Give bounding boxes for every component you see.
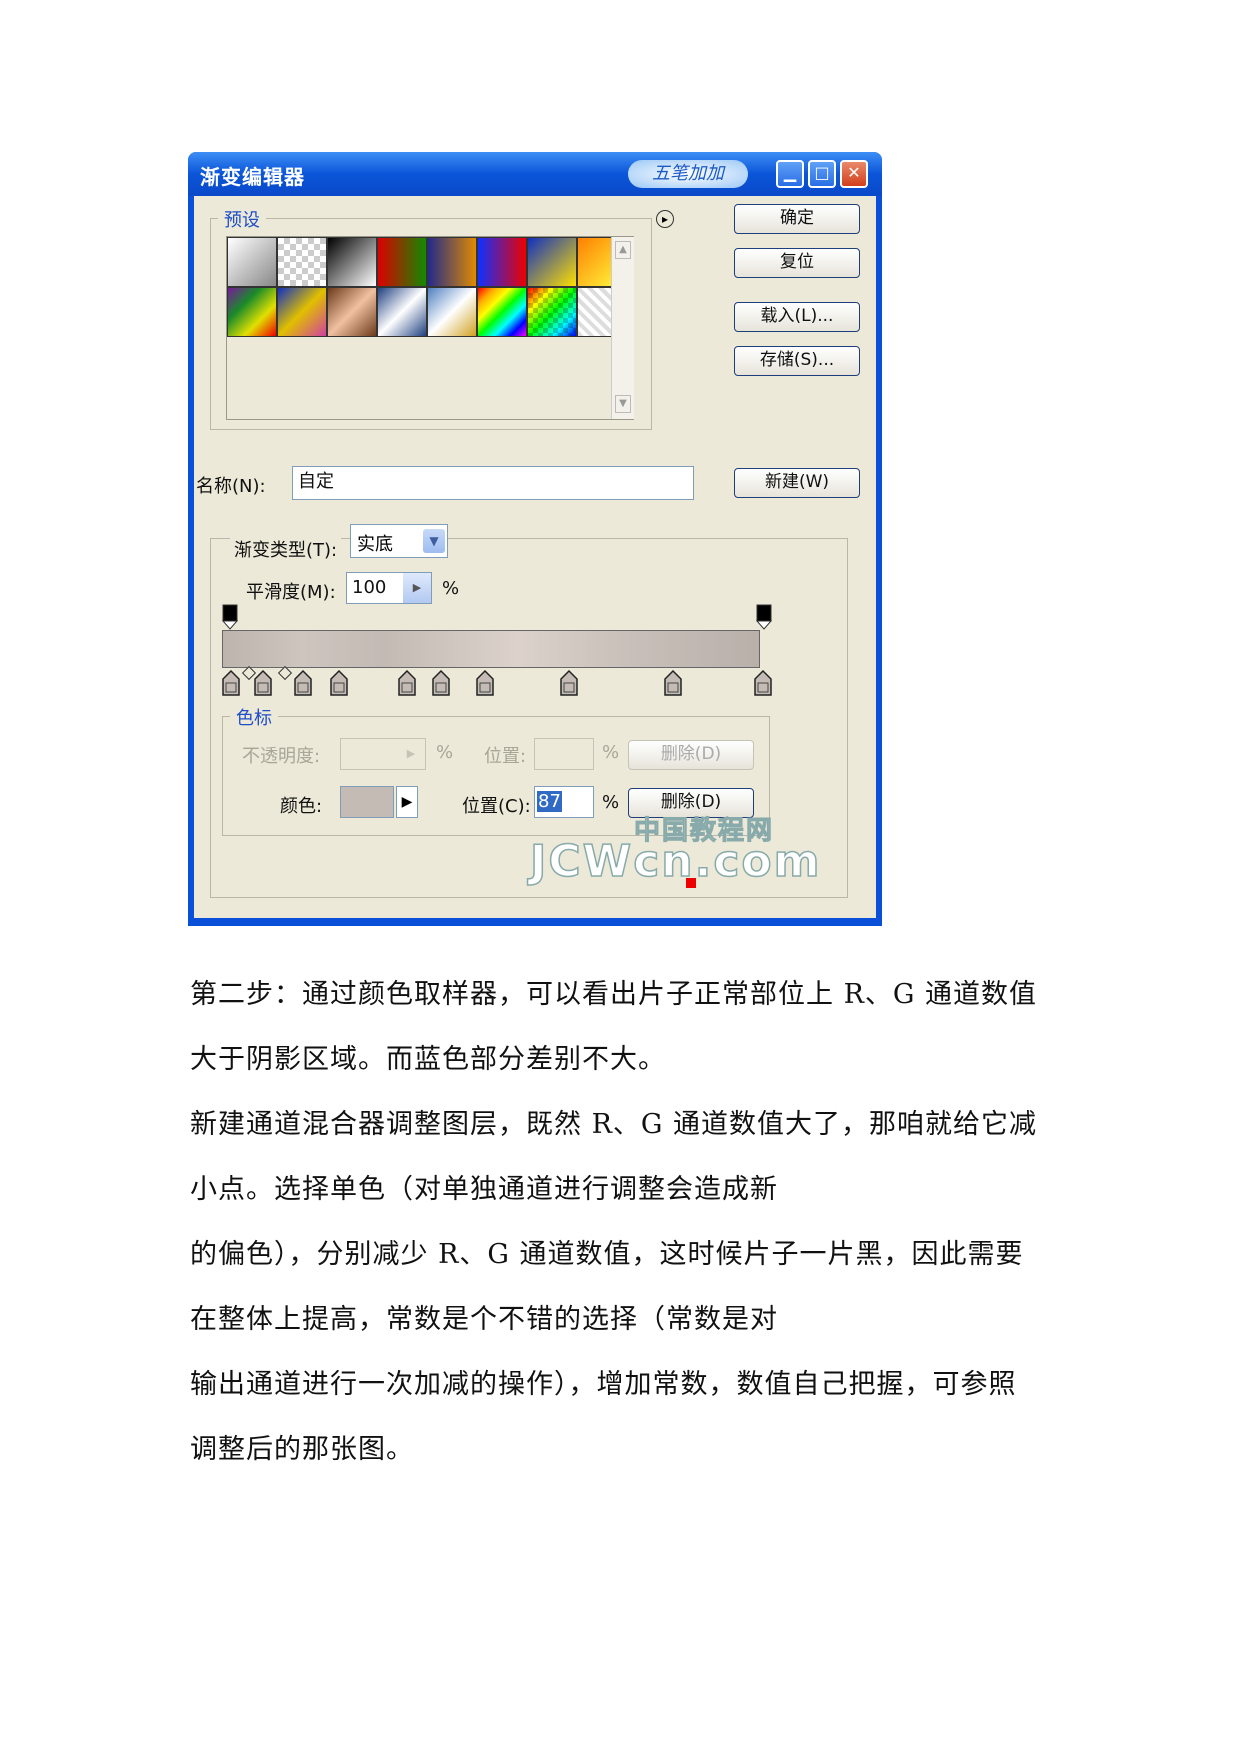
preset-swatch[interactable] [327, 237, 377, 287]
preset-swatch[interactable] [377, 237, 427, 287]
opacity-location-percent: % [602, 742, 620, 763]
preset-swatch[interactable] [377, 287, 427, 337]
ime-logo-badge: 五笔加加 [628, 160, 748, 188]
opacity-delete-button: 删除(D) [628, 740, 754, 770]
scroll-down-arrow-icon[interactable]: ▼ [615, 395, 631, 413]
new-button[interactable]: 新建(W) [734, 468, 860, 498]
preset-swatch[interactable] [477, 287, 527, 337]
gradient-editor-window: 渐变编辑器 五笔加加 ▁ □ ✕ 预设 ▸ ▲ ▼ 确定 复位 载入(L)...… [188, 152, 882, 926]
paragraph-line: 新建通道混合器调整图层，既然 R、G 通道数值大了，那咱就给它减 [190, 1109, 1038, 1140]
preset-swatch[interactable] [227, 237, 277, 287]
preset-swatch-list: ▲ ▼ [226, 236, 634, 420]
smoothness-percent: % [442, 578, 460, 599]
preset-swatch[interactable] [427, 237, 477, 287]
name-label: 名称(N): [196, 476, 266, 497]
color-swatch[interactable] [340, 786, 394, 818]
opacity-percent: % [436, 742, 454, 763]
preset-swatch[interactable] [277, 237, 327, 287]
location-percent: % [602, 792, 620, 813]
preset-swatch[interactable] [427, 287, 477, 337]
preset-swatch[interactable] [527, 237, 577, 287]
paragraph-line: 第二步：通过颜色取样器，可以看出片子正常部位上 R、G 通道数值 [190, 979, 1038, 1010]
close-icon: ✕ [847, 163, 861, 182]
close-button[interactable]: ✕ [840, 160, 868, 188]
menu-arrow-icon: ▸ [661, 212, 669, 226]
paragraph-line: 的偏色），分别减少 R、G 通道数值，这时候片子一片黑，因此需要 [190, 1239, 1024, 1270]
minimize-button[interactable]: ▁ [776, 160, 804, 188]
gradient-type-label: 渐变类型(T): [230, 536, 342, 562]
opacity-stop-right[interactable] [755, 604, 773, 630]
maximize-button[interactable]: □ [808, 160, 836, 188]
paragraph-line: 调整后的那张图。 [190, 1434, 414, 1465]
color-stop-label: 色标 [230, 704, 278, 730]
color-menu-arrow-icon[interactable]: ▶ [396, 786, 418, 818]
color-label: 颜色: [280, 796, 323, 817]
paragraph-line: 小点。选择单色（对单独通道进行调整会造成新 [190, 1174, 778, 1205]
ok-button[interactable]: 确定 [734, 204, 860, 234]
preset-scrollbar[interactable]: ▲ ▼ [611, 237, 634, 419]
opacity-stop-left[interactable] [221, 604, 239, 630]
location-value: 87 [537, 791, 562, 812]
window-title: 渐变编辑器 [200, 165, 305, 189]
gradient-type-value: 实底 [357, 534, 393, 555]
location-input[interactable]: 87 [534, 786, 594, 818]
opacity-location-input [534, 738, 594, 770]
opacity-input: ▶ [340, 738, 426, 770]
paragraph-line: 大于阴影区域。而蓝色部分差别不大。 [190, 1044, 666, 1075]
maximize-icon: □ [814, 163, 830, 182]
location-label: 位置(C): [462, 796, 531, 817]
smoothness-input[interactable]: 100 ▶ [346, 572, 432, 604]
scroll-up-arrow-icon[interactable]: ▲ [615, 241, 631, 259]
preset-swatch[interactable] [277, 287, 327, 337]
opacity-location-label: 位置: [484, 746, 527, 767]
presets-label: 预设 [218, 206, 266, 232]
chevron-down-icon[interactable]: ▼ [423, 529, 445, 553]
paragraph-line: 在整体上提高，常数是个不错的选择（常数是对 [190, 1304, 778, 1335]
preset-swatch[interactable] [477, 237, 527, 287]
watermark-en: JCWcn.com [529, 835, 822, 888]
reset-button[interactable]: 复位 [734, 248, 860, 278]
smoothness-value: 100 [352, 577, 387, 598]
opacity-label: 不透明度: [242, 746, 321, 767]
load-button[interactable]: 载入(L)... [734, 302, 860, 332]
opacity-slider-arrow-icon: ▶ [406, 747, 416, 760]
preset-swatch[interactable] [527, 287, 577, 337]
minimize-icon: ▁ [783, 163, 797, 182]
preset-swatch[interactable] [327, 287, 377, 337]
paragraph-line: 输出通道进行一次加减的操作），增加常数，数值自己把握，可参照 [190, 1369, 1017, 1400]
save-button[interactable]: 存储(S)... [734, 346, 860, 376]
watermark-red-dot [686, 878, 696, 888]
slider-arrow-icon[interactable]: ▶ [403, 573, 431, 603]
presets-menu-button[interactable]: ▸ [656, 210, 674, 228]
gradient-type-select[interactable]: 实底 ▼ [350, 524, 448, 558]
gradient-preview-bar[interactable] [222, 630, 760, 668]
preset-swatch[interactable] [227, 287, 277, 337]
title-bar[interactable]: 渐变编辑器 五笔加加 ▁ □ ✕ [188, 152, 882, 196]
name-input[interactable]: 自定 [292, 466, 694, 500]
dialog-client-area: 预设 ▸ ▲ ▼ 确定 复位 载入(L)... 存储(S)... 名称(N): … [194, 196, 876, 918]
smoothness-label: 平滑度(M): [246, 582, 336, 603]
